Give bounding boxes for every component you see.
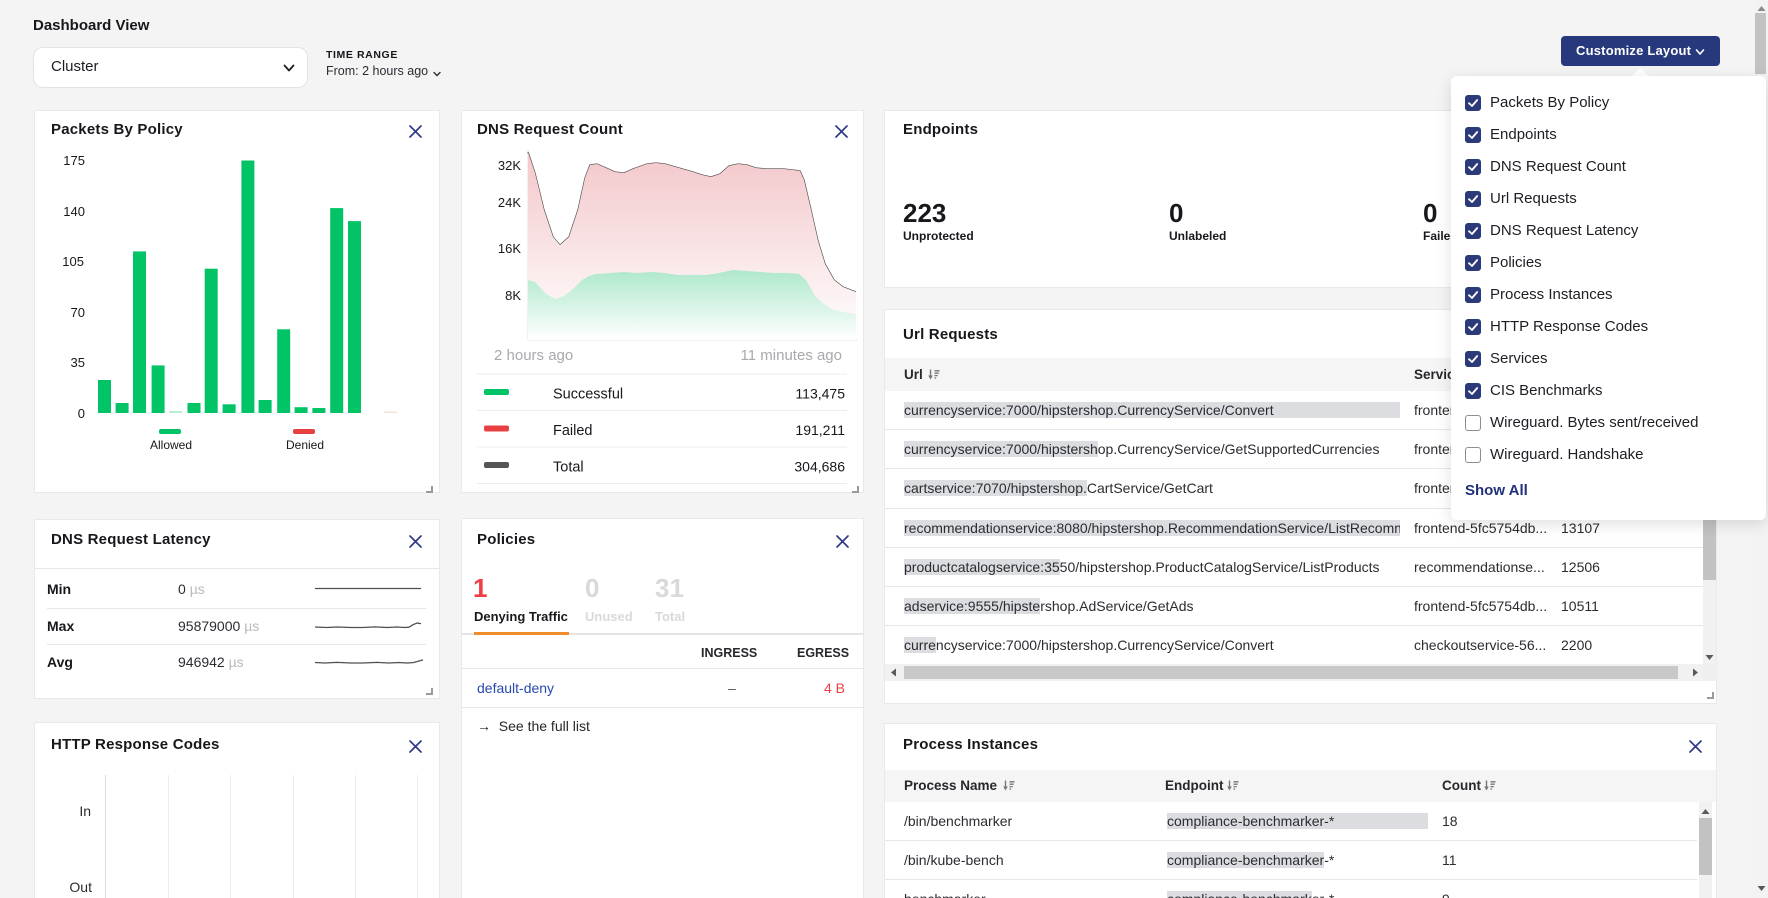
- svg-text:Max: Max: [47, 618, 74, 634]
- svg-text:113,475: 113,475: [795, 386, 845, 402]
- svg-text:175: 175: [63, 153, 85, 168]
- svg-text:In: In: [79, 803, 91, 819]
- svg-text:95879000 µs: 95879000 µs: [178, 618, 259, 634]
- svg-text:2 hours ago: 2 hours ago: [494, 347, 573, 364]
- svg-text:Allowed: Allowed: [150, 438, 192, 452]
- svg-text:Denied: Denied: [286, 438, 324, 452]
- svg-text:35: 35: [71, 355, 85, 370]
- svg-text:191,211: 191,211: [795, 422, 845, 438]
- svg-text:Avg: Avg: [47, 654, 73, 670]
- svg-text:0 µs: 0 µs: [178, 581, 205, 597]
- svg-text:0: 0: [78, 406, 85, 421]
- svg-text:Failed: Failed: [553, 423, 593, 439]
- svg-text:Successful: Successful: [553, 387, 623, 403]
- svg-text:24K: 24K: [498, 195, 521, 210]
- svg-text:70: 70: [71, 305, 85, 320]
- svg-text:Min: Min: [47, 581, 71, 597]
- svg-text:Out: Out: [69, 879, 92, 895]
- svg-text:11 minutes ago: 11 minutes ago: [741, 347, 842, 364]
- svg-text:946942 µs: 946942 µs: [178, 654, 244, 670]
- svg-text:16K: 16K: [498, 241, 521, 256]
- svg-text:8K: 8K: [505, 288, 521, 303]
- svg-text:304,686: 304,686: [794, 459, 845, 475]
- svg-text:Total: Total: [553, 460, 584, 476]
- svg-text:140: 140: [63, 204, 85, 219]
- svg-text:32K: 32K: [498, 158, 521, 173]
- svg-text:105: 105: [62, 254, 84, 269]
